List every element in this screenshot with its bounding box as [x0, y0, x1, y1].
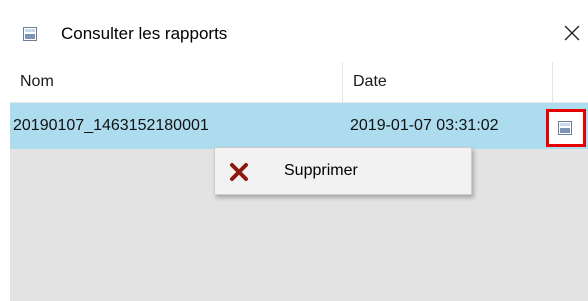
context-menu: Supprimer — [214, 147, 472, 195]
title-bar: Consulter les rapports — [0, 0, 588, 62]
report-window: Consulter les rapports Nom Date 20190107… — [0, 0, 588, 301]
row-nom-cell: 20190107_1463152180001 — [13, 117, 209, 134]
report-view-icon — [557, 120, 573, 136]
column-divider[interactable] — [342, 62, 343, 102]
table-header: Nom Date — [10, 62, 588, 103]
close-button[interactable] — [556, 16, 588, 50]
close-icon — [564, 25, 580, 41]
column-header-date[interactable]: Date — [353, 62, 387, 102]
context-menu-item-supprimer[interactable]: Supprimer — [215, 148, 471, 194]
column-divider[interactable] — [552, 62, 553, 102]
window-title: Consulter les rapports — [61, 24, 228, 43]
report-window-icon — [22, 26, 38, 42]
column-header-nom[interactable]: Nom — [20, 62, 54, 102]
context-menu-item-label: Supprimer — [284, 162, 358, 179]
delete-x-icon — [229, 162, 249, 182]
table-row[interactable]: 20190107_1463152180001 2019-01-07 03:31:… — [10, 103, 588, 149]
row-date-cell: 2019-01-07 03:31:02 — [350, 117, 499, 134]
view-report-button[interactable] — [546, 109, 586, 147]
